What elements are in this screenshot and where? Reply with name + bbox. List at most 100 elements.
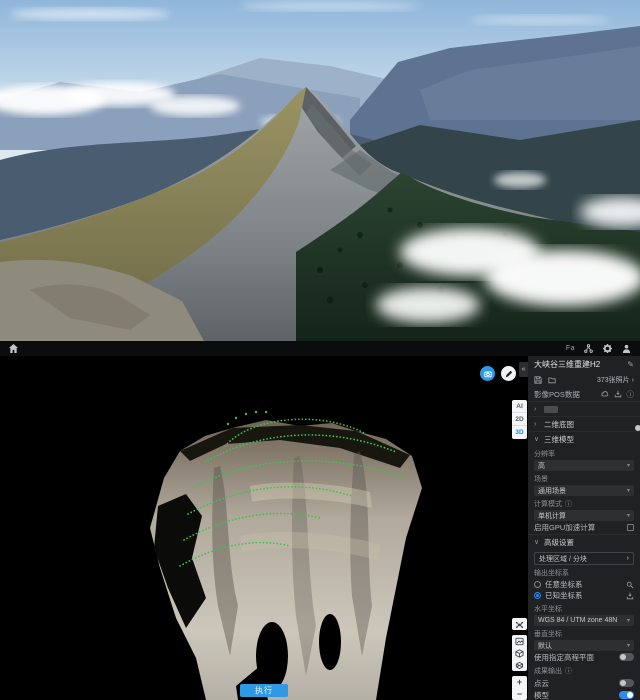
height-plane-toggle[interactable] xyxy=(619,653,634,661)
view-mode-ai[interactable]: AI xyxy=(512,400,527,413)
model-output-row: 模型 xyxy=(528,689,640,700)
info-icon[interactable]: ⓘ xyxy=(565,666,572,676)
edit-icon[interactable]: ✎ xyxy=(627,360,634,369)
capture-button[interactable] xyxy=(480,366,495,381)
photos-count-link[interactable]: 373张照片 › xyxy=(597,375,634,385)
gpu-checkbox-row: 启用GPU加速计算 xyxy=(528,521,640,534)
height-plane-label: 使用指定高程平面 xyxy=(534,652,594,663)
radio-known-coord-label: 已知坐标系 xyxy=(545,590,583,601)
viewport-3d[interactable]: « AI 2D 3D xyxy=(0,356,528,700)
mission-title: 大峡谷三维重建H2 xyxy=(534,359,600,370)
viewport-toolbar: + − xyxy=(512,618,527,700)
settings-panel: 大峡谷三维重建H2 ✎ 373张照片 › 影像POS数据 xyxy=(528,356,640,700)
radio-known-coord[interactable] xyxy=(534,592,541,599)
route-thumbnail xyxy=(544,406,558,413)
caret-down-icon: ▾ xyxy=(627,642,630,649)
imagery-layer-icon[interactable] xyxy=(512,635,527,647)
import-tray-icon[interactable] xyxy=(626,592,634,600)
resolution-select[interactable]: 高 ▾ xyxy=(534,460,634,471)
user-account-icon[interactable] xyxy=(621,343,632,354)
info-icon[interactable]: ⓘ xyxy=(565,499,572,509)
network-icon[interactable] xyxy=(583,343,594,354)
workspace: « AI 2D 3D xyxy=(0,356,640,700)
pos-data-row: 影像POS数据 ⓘ xyxy=(528,387,640,401)
chevron-down-icon: ∨ xyxy=(534,538,540,546)
vertical-coord-select[interactable]: 默认 ▾ xyxy=(534,640,634,651)
aerial-photo xyxy=(0,0,640,341)
settings-gear-icon[interactable] xyxy=(602,343,613,354)
mesh-layer-icon[interactable] xyxy=(512,659,527,671)
panel-collapse-handle[interactable]: « xyxy=(519,362,528,377)
radio-known-coord-row: 已知坐标系 xyxy=(528,590,640,601)
caret-down-icon: ▾ xyxy=(627,617,630,624)
horizontal-coord-select[interactable]: WGS 84 / UTM zone 48N ▾ xyxy=(534,615,634,626)
section-advanced-label: 高级设置 xyxy=(544,537,574,548)
caret-down-icon: ▾ xyxy=(627,462,630,469)
model-output-toggle[interactable] xyxy=(619,691,634,699)
execute-button[interactable]: 执行 xyxy=(240,684,288,697)
horizontal-coord-value: WGS 84 / UTM zone 48N xyxy=(538,617,617,624)
chevron-right-icon: › xyxy=(534,406,540,413)
resolution-value: 高 xyxy=(538,461,545,471)
scene-select[interactable]: 通用场景 ▾ xyxy=(534,485,634,496)
output-coord-label: 输出坐标系 xyxy=(528,565,640,579)
gpu-checkbox[interactable] xyxy=(627,524,634,531)
view-mode-switcher: AI 2D 3D xyxy=(512,400,527,439)
cloud-icon[interactable] xyxy=(601,389,609,400)
chevron-right-icon: › xyxy=(632,377,634,384)
view-mode-2d[interactable]: 2D xyxy=(512,413,527,426)
gpu-checkbox-label: 启用GPU加速计算 xyxy=(534,522,595,533)
region-block-label: 处理区域 / 分块 xyxy=(539,554,587,564)
section-advanced[interactable]: ∨ 高级设置 xyxy=(528,534,640,549)
coordinate-mode-label: Fa xyxy=(566,345,575,352)
scene-value: 通用场景 xyxy=(538,486,566,496)
radio-any-coord[interactable] xyxy=(534,581,541,588)
zoom-out-button[interactable]: − xyxy=(512,688,527,700)
vertical-coord-label: 垂直坐标 xyxy=(528,626,640,640)
mountain-photo-graphic xyxy=(0,0,640,341)
section-3d-model-label: 三维模型 xyxy=(544,434,574,445)
draw-button[interactable] xyxy=(501,366,516,381)
compute-mode-label: 计算模式 ⓘ xyxy=(528,496,640,510)
model-3d-graphic xyxy=(0,356,528,700)
import-icon[interactable] xyxy=(614,389,622,400)
section-flight-route[interactable]: › xyxy=(528,401,640,416)
caret-down-icon: ▾ xyxy=(627,487,630,494)
top-navbar: Fa xyxy=(0,341,640,356)
home-icon[interactable] xyxy=(8,343,19,354)
horizontal-coord-label: 水平坐标 xyxy=(528,601,640,615)
save-icon[interactable] xyxy=(534,376,542,384)
photos-count: 373张照片 xyxy=(597,375,630,385)
pointcloud-label: 点云 xyxy=(534,678,549,689)
section-3d-model[interactable]: ∨ 三维模型 xyxy=(528,431,640,446)
drone-icon[interactable] xyxy=(512,618,527,630)
output-results-text: 成果输出 xyxy=(534,666,562,676)
output-results-label: 成果输出 ⓘ xyxy=(528,663,640,677)
search-icon[interactable] xyxy=(626,581,634,589)
resolution-label: 分辨率 xyxy=(528,446,640,460)
compute-mode-select[interactable]: 单机计算 ▾ xyxy=(534,510,634,521)
drone-mapping-app: Fa xyxy=(0,0,640,700)
info-icon[interactable]: ⓘ xyxy=(627,389,635,400)
region-block-row[interactable]: 处理区域 / 分块 › xyxy=(534,552,634,565)
radio-any-coord-label: 任意坐标系 xyxy=(545,579,583,590)
zoom-tool-group: + − xyxy=(512,676,527,700)
section-2d-map-label: 二维底图 xyxy=(544,419,574,430)
chevron-right-icon: › xyxy=(534,421,540,428)
vertical-coord-value: 默认 xyxy=(538,641,552,651)
chevron-down-icon: ∨ xyxy=(534,435,540,443)
pointcloud-toggle[interactable] xyxy=(619,679,634,687)
section-2d-map[interactable]: › 二维底图 xyxy=(528,416,640,431)
folder-icon[interactable] xyxy=(548,376,556,384)
compute-mode-text: 计算模式 xyxy=(534,499,562,509)
scene-label: 场景 xyxy=(528,471,640,485)
drone-tool-group xyxy=(512,618,527,630)
pointcloud-row: 点云 xyxy=(528,677,640,689)
model-output-label: 模型 xyxy=(534,690,549,700)
zoom-in-button[interactable]: + xyxy=(512,676,527,688)
pos-data-label: 影像POS数据 xyxy=(534,389,580,400)
view-mode-3d[interactable]: 3D xyxy=(512,426,527,439)
file-actions-row: 373张照片 › xyxy=(528,373,640,387)
model-layer-icon[interactable] xyxy=(512,647,527,659)
chevron-right-icon: › xyxy=(627,555,629,562)
